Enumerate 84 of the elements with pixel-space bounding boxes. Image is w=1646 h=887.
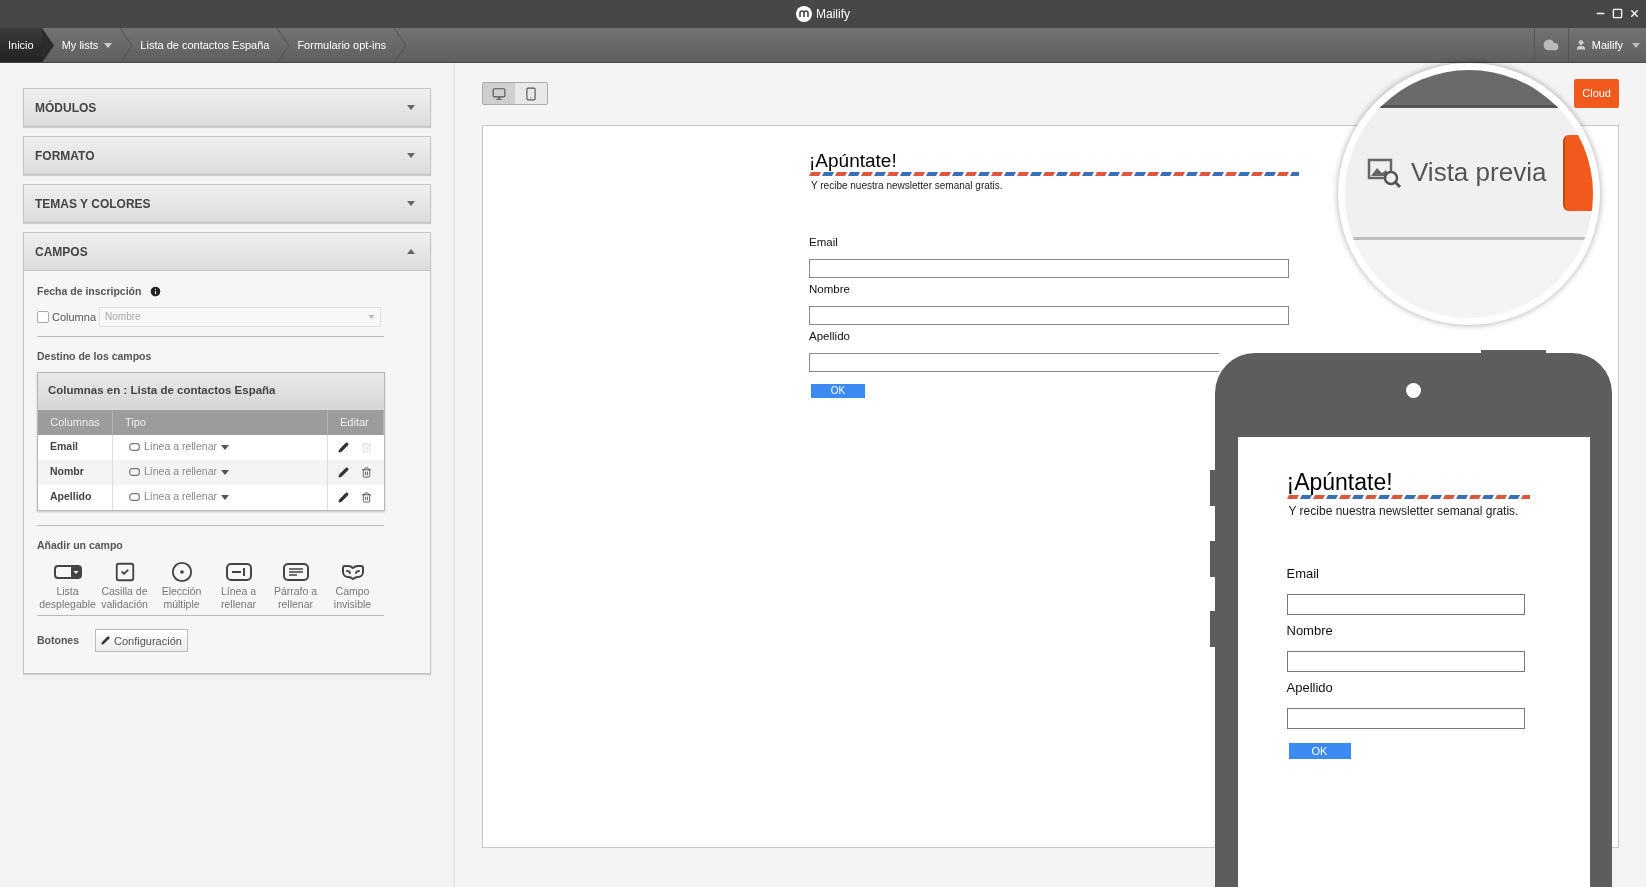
breadcrumb[interactable]: Lista de contactos España [132, 28, 278, 62]
delete-icon[interactable] [361, 466, 372, 478]
section-label: Añadir un campo [37, 537, 124, 553]
paragraph-icon [282, 563, 309, 582]
cloud-button[interactable]: Cloud [1574, 79, 1619, 108]
input-field[interactable] [1286, 651, 1525, 672]
input-field[interactable] [1286, 708, 1525, 729]
breadcrumb-separator [41, 28, 54, 63]
accordion-header[interactable]: CAMPOS [24, 233, 430, 270]
field-type-button[interactable]: Elección múltiple [153, 560, 210, 611]
field-label: Apellido [1286, 680, 1333, 696]
radio-icon [170, 561, 193, 584]
ok-button[interactable]: OK [811, 384, 865, 398]
table-title: Columnas en : Lista de contactos España [48, 383, 276, 399]
camera-icon [1406, 383, 1421, 398]
pencil-icon [101, 636, 110, 646]
form-title: ¡Apúntate! [1286, 469, 1393, 495]
breadcrumb[interactable]: Inicio [0, 28, 42, 62]
breadcrumb[interactable]: Formulario opt-ins [289, 28, 395, 62]
configuration-button[interactable]: Configuración [95, 629, 188, 653]
desktop-view-button[interactable] [483, 83, 515, 104]
input-field[interactable] [1286, 594, 1525, 615]
type-select[interactable]: Línea a rellenar [113, 459, 328, 485]
collapse-icon [407, 249, 415, 254]
column-header: Columnas [38, 409, 113, 435]
checkbox[interactable] [37, 310, 49, 323]
checkbox-label: Columna [52, 309, 97, 325]
expand-icon [407, 201, 415, 206]
form-title: ¡Apúntate! [809, 150, 897, 172]
field-type-button[interactable]: Línea a rellenar [210, 560, 267, 611]
field-type-button[interactable]: Casilla de validación [96, 560, 153, 611]
breadcrumb[interactable]: My lists [53, 28, 121, 62]
table-cell: Apellido [38, 484, 113, 510]
column-header: Tipo [113, 409, 328, 435]
caret-icon [220, 494, 229, 500]
window-title: Mailify [816, 6, 850, 23]
field-type-button[interactable]: Lista desplegable [39, 560, 96, 611]
monitor-icon [492, 86, 506, 101]
expand-icon [407, 153, 415, 158]
close-icon[interactable] [1629, 8, 1640, 19]
edit-icon[interactable] [338, 466, 349, 478]
field-type-button[interactable]: Párrafo a rellenar [267, 560, 324, 611]
image-search-icon [1367, 157, 1403, 188]
field-label: Email [809, 235, 838, 249]
caret-icon [1632, 42, 1640, 48]
field-type-button[interactable]: Campo invisible [324, 560, 381, 611]
input-field[interactable] [809, 259, 1289, 278]
user-icon [1574, 39, 1587, 51]
caret-icon [220, 444, 229, 450]
input-field[interactable] [809, 306, 1289, 325]
user-menu[interactable]: Mailify [1567, 28, 1646, 62]
form-subtitle: Y recibe nuestra newsletter semanal gratis. [1288, 503, 1519, 520]
checkbox-icon [113, 561, 136, 584]
smartphone-icon [524, 86, 538, 101]
column-header: Editar [328, 409, 384, 435]
caret-icon [368, 314, 376, 319]
accordion-header[interactable]: FORMATO [24, 137, 430, 174]
section-label: Fecha de inscripción [37, 284, 142, 299]
dropdown-icon [53, 565, 82, 580]
mobile-view-button[interactable] [515, 83, 547, 104]
ok-button[interactable]: OK [1288, 743, 1351, 759]
type-select[interactable]: Línea a rellenar [113, 484, 328, 510]
expand-icon [407, 105, 415, 110]
info-icon[interactable] [149, 285, 163, 299]
field-label: Nombre [809, 282, 850, 296]
field-label: Nombre [1286, 623, 1333, 639]
delete-icon[interactable] [361, 491, 372, 503]
form-subtitle: Y recibe nuestra newsletter semanal gratis. [811, 179, 1003, 193]
field-label: Apellido [809, 329, 850, 343]
cloud-icon[interactable] [1543, 37, 1560, 53]
accordion-header[interactable]: TEMAS Y COLORES [24, 185, 430, 222]
field-label: Email [1286, 566, 1319, 582]
logo-icon [796, 6, 812, 22]
type-select[interactable]: Línea a rellenar [113, 434, 328, 460]
input-field[interactable] [809, 353, 1219, 372]
maximize-icon[interactable] [1612, 8, 1623, 19]
accordion-header[interactable]: MÓDULOS [24, 89, 430, 126]
edit-icon[interactable] [338, 441, 349, 453]
table-cell: Nombr [38, 459, 113, 485]
section-label: Destino de los campos [37, 348, 153, 364]
section-label: Botones [37, 632, 79, 648]
table-cell: Email [38, 434, 113, 460]
edit-icon[interactable] [338, 491, 349, 503]
caret-icon [220, 469, 229, 475]
